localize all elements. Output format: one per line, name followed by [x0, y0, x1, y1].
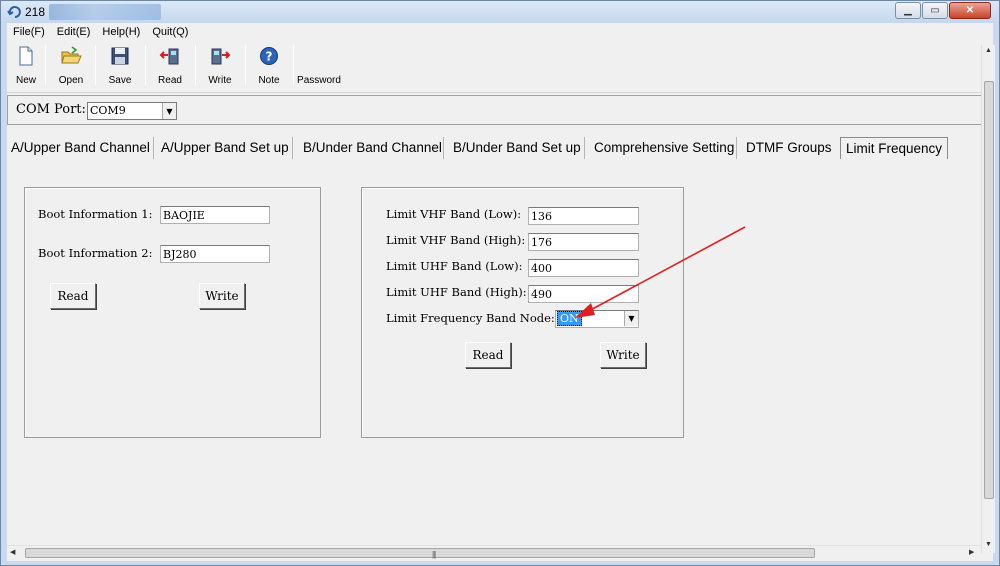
tab-comprehensive-setting[interactable]: Comprehensive Setting — [594, 137, 734, 159]
close-button[interactable]: ✕ — [949, 2, 991, 19]
new-label: New — [15, 75, 36, 86]
menu-bar: File(F) Edit(E) Help(H) Quit(Q) — [7, 23, 993, 41]
password-label: Password — [297, 75, 341, 86]
app-window: 218 ▁ ▭ ✕ File(F) Edit(E) Help(H) Quit(Q… — [0, 0, 1000, 566]
scroll-left-icon[interactable]: ◀ — [10, 548, 15, 556]
limit-read-button[interactable]: Read — [465, 342, 511, 368]
write-label: Write — [208, 75, 232, 86]
open-button[interactable]: Open — [57, 43, 85, 89]
uhf-high-label: Limit UHF Band (High): — [386, 285, 527, 299]
limit-write-button[interactable]: Write — [600, 342, 646, 368]
new-file-icon — [19, 46, 33, 66]
boot-read-button[interactable]: Read — [50, 283, 96, 309]
tab-a-upper-band-channel[interactable]: A/Upper Band Channel — [11, 137, 150, 159]
tab-limit-frequency[interactable]: Limit Frequency — [840, 137, 949, 159]
boot-info-2-input[interactable]: BJ280 — [160, 245, 270, 263]
read-radio-icon — [159, 48, 179, 65]
boot-info-2-label: Boot Information 2: — [38, 246, 153, 260]
boot-write-button[interactable]: Write — [199, 283, 245, 309]
menu-edit[interactable]: Edit(E) — [51, 23, 97, 41]
svg-text:?: ? — [266, 50, 273, 64]
read-button[interactable]: Read — [157, 43, 183, 89]
password-button[interactable]: Password — [297, 43, 341, 89]
menu-help[interactable]: Help(H) — [96, 23, 146, 41]
save-button[interactable]: Save — [107, 43, 133, 89]
scroll-down-icon[interactable]: ▼ — [985, 541, 992, 548]
floppy-disk-icon — [111, 47, 129, 65]
vertical-scroll-thumb[interactable] — [984, 81, 994, 499]
password-icon-blank — [308, 45, 330, 67]
boot-info-1-input[interactable]: BAOJIE — [160, 206, 270, 224]
menu-quit[interactable]: Quit(Q) — [146, 23, 194, 41]
title-blurred-region — [49, 4, 161, 20]
tab-bar: A/Upper Band Channel A/Upper Band Set up… — [7, 135, 985, 159]
scroll-up-icon[interactable]: ▲ — [985, 47, 992, 54]
tab-dtmf-groups[interactable]: DTMF Groups — [746, 137, 832, 159]
boot-info-panel: Boot Information 1: BAOJIE Boot Informat… — [24, 187, 321, 438]
open-label: Open — [58, 75, 84, 86]
scroll-grip-icon: ||| — [432, 550, 436, 559]
write-radio-icon — [211, 48, 231, 65]
uhf-low-label: Limit UHF Band (Low): — [386, 259, 523, 273]
vhf-high-label: Limit VHF Band (High): — [386, 233, 526, 247]
band-mode-label: Limit Frequency Band Node: — [386, 311, 555, 325]
maximize-button[interactable]: ▭ — [922, 2, 948, 19]
minimize-button[interactable]: ▁ — [895, 2, 921, 19]
scroll-right-icon[interactable]: ▶ — [969, 548, 974, 556]
tab-b-under-band-setup[interactable]: B/Under Band Set up — [453, 137, 581, 159]
title-bar[interactable]: 218 ▁ ▭ ✕ — [1, 1, 999, 23]
com-port-value: COM9 — [90, 104, 126, 117]
client-area: File(F) Edit(E) Help(H) Quit(Q) New Open… — [7, 23, 995, 561]
boot-info-1-label: Boot Information 1: — [38, 207, 153, 221]
help-icon: ? — [260, 47, 278, 65]
open-folder-icon — [61, 46, 82, 64]
com-port-bar: COM Port: COM9 ▼ — [7, 95, 985, 125]
note-label: Note — [258, 75, 280, 86]
menu-file[interactable]: File(F) — [7, 23, 51, 41]
note-button[interactable]: ? Note — [257, 43, 281, 89]
toolbar: New Open Save Read Write ? Note Password — [7, 41, 993, 93]
window-title: 218 — [25, 5, 46, 19]
read-label: Read — [158, 75, 182, 86]
vertical-scrollbar[interactable]: ▲ ▼ — [981, 45, 995, 553]
vhf-low-label: Limit VHF Band (Low): — [386, 207, 522, 221]
tab-a-upper-band-setup[interactable]: A/Upper Band Set up — [161, 137, 289, 159]
write-button[interactable]: Write — [207, 43, 233, 89]
annotation-arrow — [575, 226, 746, 318]
new-button[interactable]: New — [13, 43, 39, 89]
chevron-down-icon[interactable]: ▼ — [162, 103, 176, 119]
tab-b-under-band-channel[interactable]: B/Under Band Channel — [303, 137, 442, 159]
horizontal-scrollbar[interactable]: ◀ ||| ▶ — [7, 545, 981, 559]
com-port-select[interactable]: COM9 ▼ — [87, 102, 177, 120]
horizontal-scroll-thumb[interactable]: ||| — [25, 548, 815, 559]
app-icon — [7, 6, 21, 18]
save-label: Save — [108, 75, 132, 86]
com-port-label: COM Port: — [16, 102, 86, 117]
